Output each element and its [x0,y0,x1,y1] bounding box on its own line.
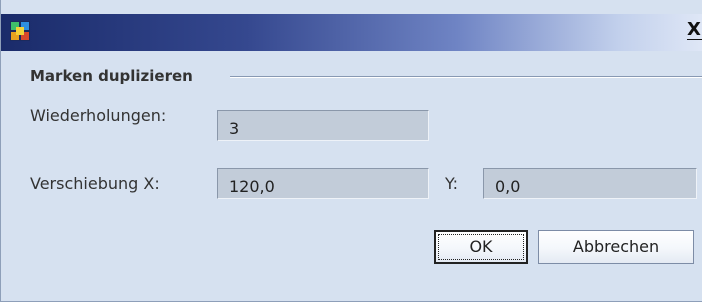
repetitions-label: Wiederholungen: [30,106,167,125]
offset-x-label: Verschiebung X: [30,174,160,193]
offset-y-label: Y: [445,174,459,193]
offset-x-field[interactable]: 120,0 [217,168,429,199]
offset-y-field[interactable]: 0,0 [483,168,697,199]
group-title: Marken duplizieren [30,67,193,85]
close-label: X [687,19,701,40]
app-icon [10,21,30,41]
title-bar[interactable]: X [1,14,702,51]
ok-button[interactable]: OK [434,230,528,264]
close-icon[interactable]: X [685,19,702,41]
cancel-button[interactable]: Abbrechen [538,230,694,264]
repetitions-field[interactable]: 3 [217,110,429,141]
group-divider [230,76,702,78]
dialog-window: X Marken duplizieren Wiederholungen: 3 V… [0,0,702,302]
